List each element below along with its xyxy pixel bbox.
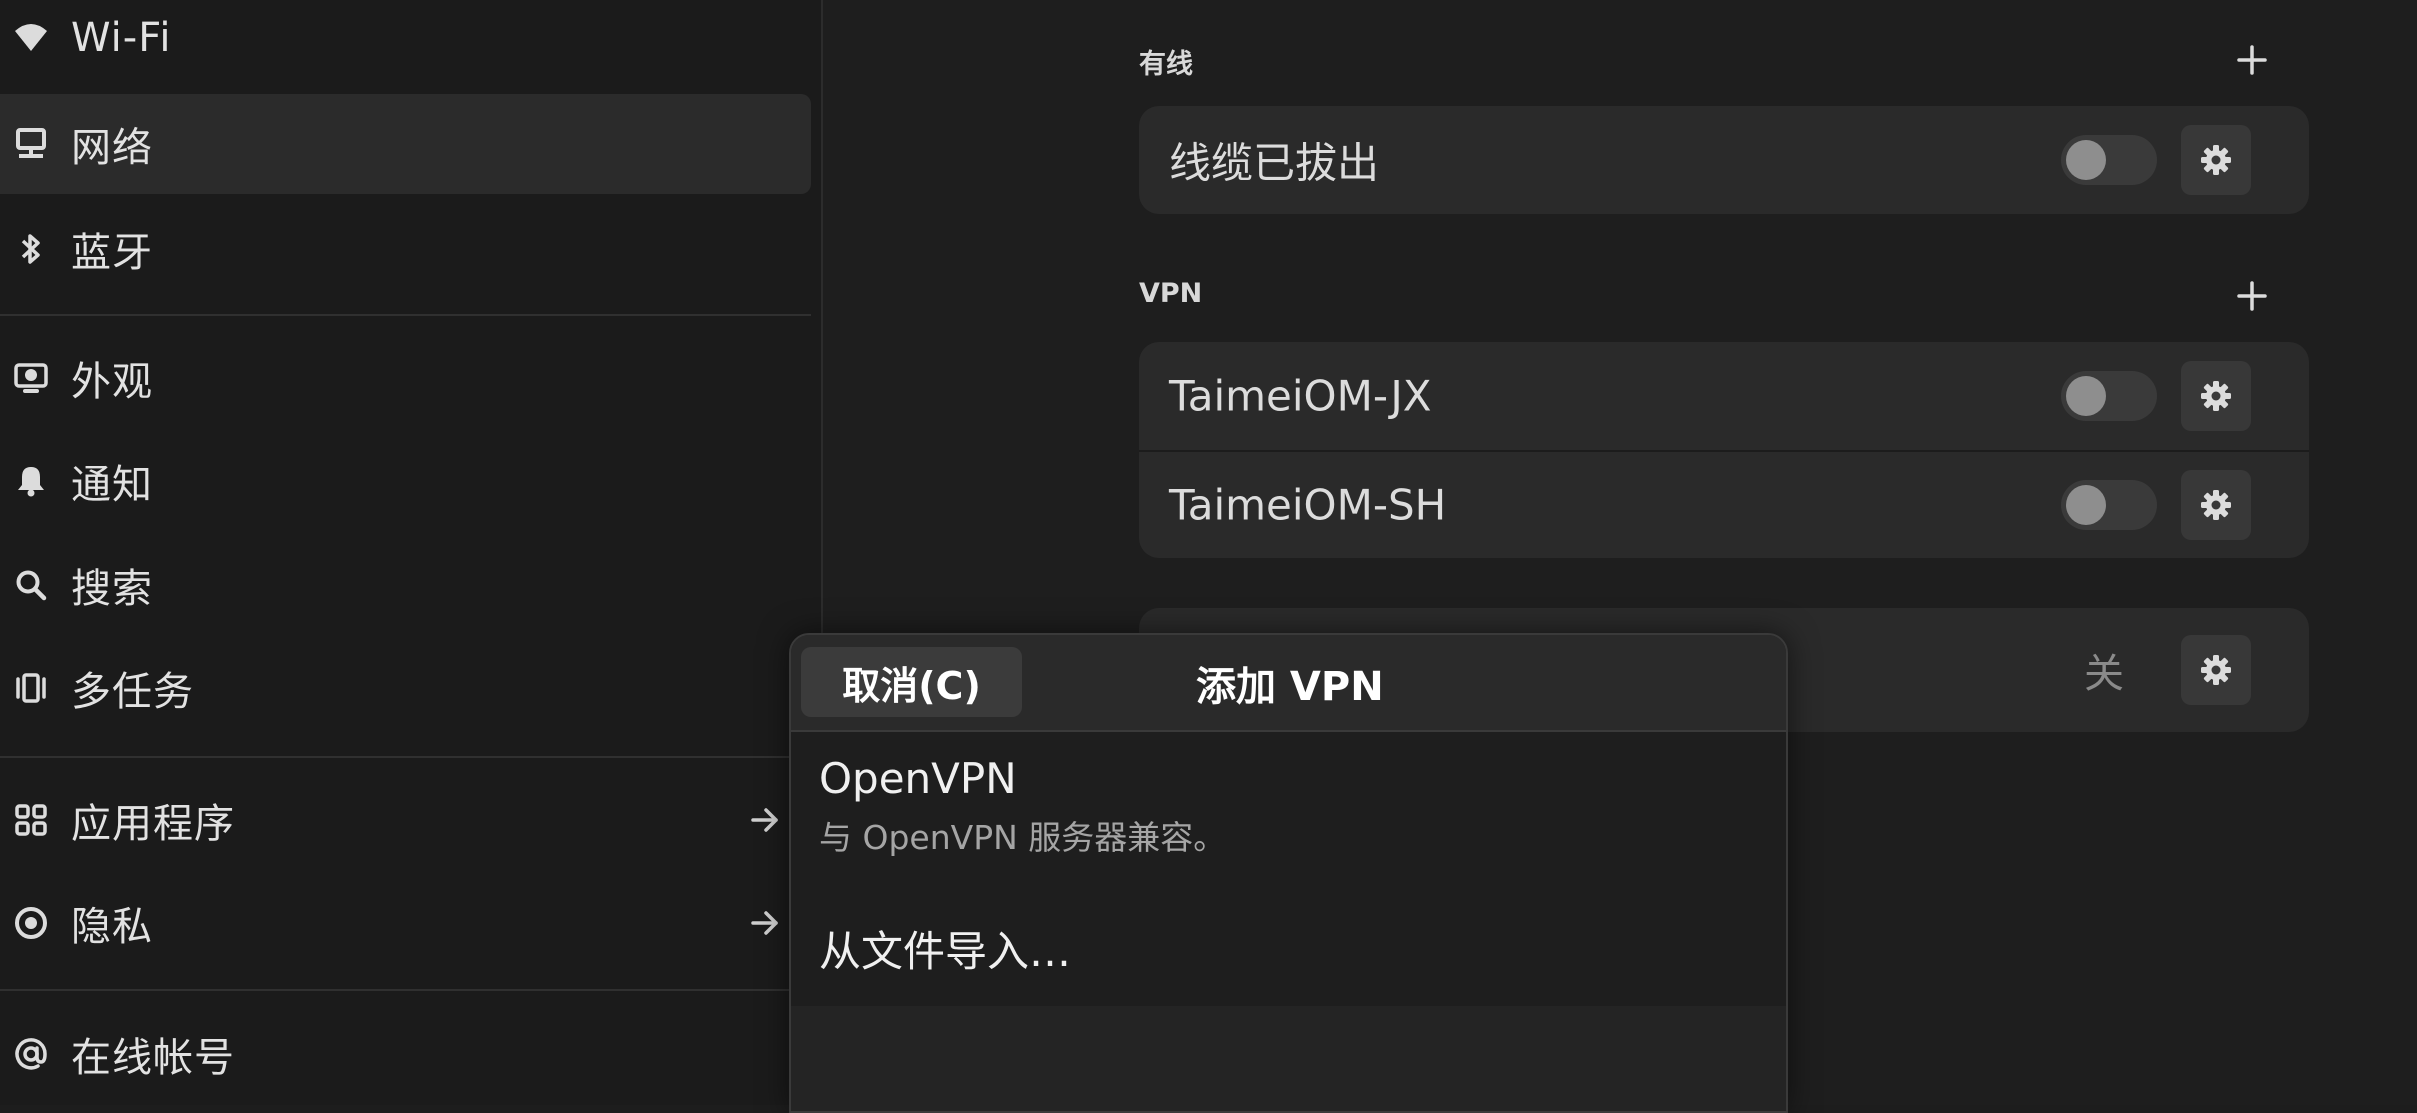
network-icon xyxy=(13,126,49,162)
vpn-section-title: VPN xyxy=(1139,278,1203,309)
sidebar-item-appearance[interactable]: 外观 xyxy=(0,328,811,428)
sidebar-item-label: 隐私 xyxy=(71,904,153,950)
vpn-card: TaimeiOM-JX TaimeiOM-SH xyxy=(1139,342,2309,558)
list-item-openvpn[interactable]: OpenVPN 与 OpenVPN 服务器兼容。 xyxy=(819,754,1226,859)
wired-settings-button[interactable] xyxy=(2181,125,2251,195)
vpn-settings-button[interactable] xyxy=(2181,470,2251,540)
bluetooth-icon xyxy=(13,231,49,267)
cancel-button[interactable]: 取消(C) xyxy=(801,647,1022,717)
wired-card: 线缆已拔出 xyxy=(1139,106,2309,214)
dialog-header: 取消(C) 添加 VPN xyxy=(791,635,1786,732)
sidebar-item-notifications[interactable]: 通知 xyxy=(0,431,811,531)
sidebar-item-label: 外观 xyxy=(71,359,153,405)
toggle-knob xyxy=(2066,485,2106,525)
sidebar-item-label: 搜索 xyxy=(71,566,153,612)
sidebar-item-multitasking[interactable]: 多任务 xyxy=(0,638,811,738)
openvpn-title: OpenVPN xyxy=(819,754,1017,803)
vpn-row: TaimeiOM-JX xyxy=(1139,342,2309,450)
wired-section-title: 有线 xyxy=(1139,49,1193,80)
add-vpn-button[interactable] xyxy=(2232,276,2272,316)
gear-icon xyxy=(2201,490,2231,520)
at-sign-icon xyxy=(13,1036,49,1072)
add-vpn-dialog: 取消(C) 添加 VPN OpenVPN 与 OpenVPN 服务器兼容。 从文… xyxy=(789,633,1788,1113)
arrow-right-icon xyxy=(750,908,780,938)
sidebar-item-label: 应用程序 xyxy=(71,801,235,847)
plus-icon xyxy=(2237,281,2267,311)
sidebar-item-online-accounts[interactable]: 在线帐号 xyxy=(0,1004,811,1104)
sidebar-item-label: Wi-Fi xyxy=(71,15,172,61)
wired-toggle[interactable] xyxy=(2061,135,2157,185)
dialog-title: 添加 VPN xyxy=(1196,663,1384,710)
toggle-knob xyxy=(2066,376,2106,416)
vpn-row-label: TaimeiOM-SH xyxy=(1169,480,1447,530)
sidebar-item-label: 多任务 xyxy=(71,669,194,715)
appearance-icon xyxy=(13,360,49,396)
gear-icon xyxy=(2201,655,2231,685)
sidebar-item-privacy[interactable]: 隐私 xyxy=(0,873,811,973)
add-wired-button[interactable] xyxy=(2232,40,2272,80)
sidebar-item-label: 在线帐号 xyxy=(71,1035,235,1081)
sidebar-item-label: 网络 xyxy=(71,125,153,171)
vpn-toggle[interactable] xyxy=(2061,480,2157,530)
arrow-right-icon xyxy=(750,805,780,835)
sidebar-separator xyxy=(0,756,811,758)
sidebar-item-applications[interactable]: 应用程序 xyxy=(0,770,811,870)
import-file-title: 从文件导入… xyxy=(819,927,1072,976)
wired-row: 线缆已拔出 xyxy=(1139,106,2309,214)
list-item-import-file[interactable]: 从文件导入… xyxy=(819,918,1071,979)
openvpn-subtitle: 与 OpenVPN 服务器兼容。 xyxy=(819,818,1227,857)
sidebar-separator xyxy=(0,989,811,991)
sidebar-separator xyxy=(0,314,811,316)
vpn-settings-button[interactable] xyxy=(2181,361,2251,431)
sidebar-item-wifi[interactable]: Wi-Fi xyxy=(0,0,811,88)
proxy-status: 关 xyxy=(2084,651,2124,697)
apps-grid-icon xyxy=(13,802,49,838)
sidebar-item-network[interactable]: 网络 xyxy=(0,94,811,194)
search-icon xyxy=(13,567,49,603)
sidebar-item-search[interactable]: 搜索 xyxy=(0,535,811,635)
sidebar-item-bluetooth[interactable]: 蓝牙 xyxy=(0,199,811,299)
gear-icon xyxy=(2201,381,2231,411)
wired-row-label: 线缆已拔出 xyxy=(1169,138,1380,188)
wifi-icon xyxy=(13,20,49,56)
sidebar-item-label: 通知 xyxy=(71,462,153,508)
vpn-row-label: TaimeiOM-JX xyxy=(1169,371,1432,421)
vpn-type-list: OpenVPN 与 OpenVPN 服务器兼容。 从文件导入… xyxy=(791,732,1786,1006)
vpn-row: TaimeiOM-SH xyxy=(1139,450,2309,558)
proxy-settings-button[interactable] xyxy=(2181,635,2251,705)
gear-icon xyxy=(2201,145,2231,175)
sidebar-item-label: 蓝牙 xyxy=(71,230,153,276)
sidebar: Wi-Fi 网络 蓝牙 外观 通知 搜索 多任务 应用程序 隐私 在线帐号 xyxy=(0,0,823,1105)
vpn-toggle[interactable] xyxy=(2061,371,2157,421)
bell-icon xyxy=(13,463,49,499)
plus-icon xyxy=(2237,45,2267,75)
privacy-icon xyxy=(13,905,49,941)
toggle-knob xyxy=(2066,140,2106,180)
multitasking-icon xyxy=(13,670,49,706)
